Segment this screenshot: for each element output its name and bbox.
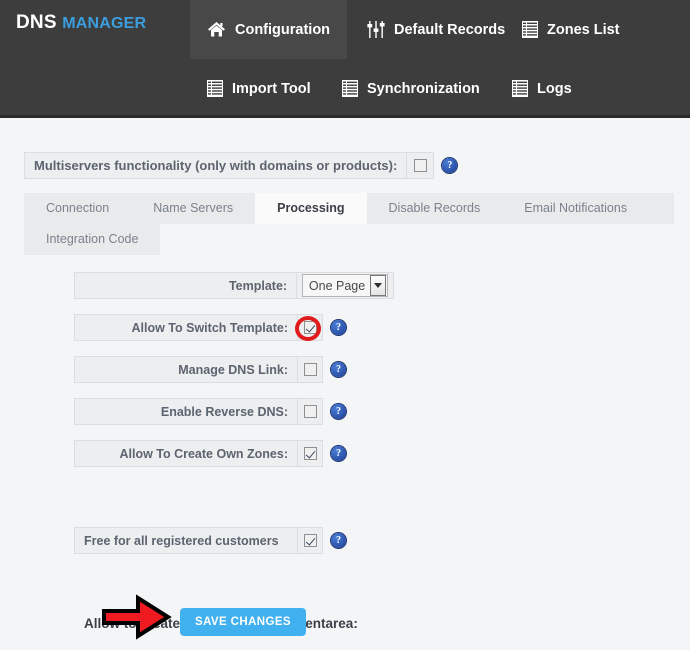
form-row-allow-switch-template: Allow To Switch Template: ? bbox=[74, 314, 394, 341]
nav-label-default-records: Default Records bbox=[394, 21, 506, 38]
form-row-manage-dns-link: Manage DNS Link: ? bbox=[74, 356, 394, 383]
label-manage-dns-link: Manage DNS Link: bbox=[74, 356, 298, 383]
help-icon[interactable]: ? bbox=[331, 446, 346, 461]
help-icon[interactable]: ? bbox=[331, 362, 346, 377]
settings-tabs: Connection Name Servers Processing Disab… bbox=[24, 193, 674, 255]
free-for-all-customers-checkbox[interactable] bbox=[303, 534, 317, 547]
nav-item-logs[interactable]: Logs bbox=[495, 59, 589, 118]
nav-label-logs: Logs bbox=[537, 80, 572, 97]
manage-dns-link-checkbox[interactable] bbox=[303, 363, 317, 376]
label-allow-create-own-zones: Allow To Create Own Zones: bbox=[74, 440, 298, 467]
tab-row-filler bbox=[160, 224, 674, 255]
label-allow-switch-template: Allow To Switch Template: bbox=[74, 314, 298, 341]
form-row-free-for-all-customers: Free for all registered customers ? bbox=[74, 527, 394, 554]
multiservers-row: Multiservers functionality (only with do… bbox=[24, 152, 458, 179]
nav-label-configuration: Configuration bbox=[235, 21, 331, 38]
label-free-for-all-customers: Free for all registered customers bbox=[74, 527, 298, 554]
multiservers-checkbox[interactable] bbox=[413, 159, 427, 172]
chevron-down-icon[interactable] bbox=[370, 275, 387, 296]
nav-item-configuration[interactable]: Configuration bbox=[190, 0, 348, 59]
label-template: Template: bbox=[74, 272, 298, 299]
list-icon bbox=[207, 80, 223, 97]
form-row-enable-reverse-dns: Enable Reverse DNS: ? bbox=[74, 398, 394, 425]
help-icon[interactable]: ? bbox=[442, 158, 458, 173]
help-wrap-enable-reverse-dns: ? bbox=[331, 398, 346, 425]
tab-disable-records[interactable]: Disable Records bbox=[367, 193, 503, 224]
nav-item-default-records[interactable]: Default Records bbox=[350, 0, 522, 59]
list-icon bbox=[522, 21, 538, 38]
help-wrap-free-for-all-customers: ? bbox=[331, 527, 346, 554]
tab-strip-row-2: Integration Code bbox=[24, 224, 674, 255]
cell-allow-create-own-zones[interactable] bbox=[298, 440, 323, 467]
help-wrap-manage-dns-link: ? bbox=[331, 356, 346, 383]
allow-switch-template-checkbox[interactable] bbox=[303, 321, 317, 334]
nav-label-zones-list: Zones List bbox=[547, 21, 620, 38]
secondary-nav-row: Import Tool Synchronization Logs bbox=[0, 59, 690, 118]
form-row-template: Template: One Page bbox=[74, 272, 394, 299]
cell-free-for-all-customers[interactable] bbox=[298, 527, 323, 554]
tab-email-notifications[interactable]: Email Notifications bbox=[502, 193, 649, 224]
sliders-icon bbox=[367, 21, 385, 38]
processing-settings-form: Template: One Page Allow To Switch Templ… bbox=[74, 272, 394, 569]
help-icon[interactable]: ? bbox=[331, 404, 346, 419]
label-enable-reverse-dns: Enable Reverse DNS: bbox=[74, 398, 298, 425]
home-icon bbox=[207, 21, 226, 38]
template-select[interactable]: One Page bbox=[301, 274, 389, 297]
cell-allow-switch-template[interactable] bbox=[298, 314, 323, 341]
nav-item-import-tool[interactable]: Import Tool bbox=[190, 59, 328, 118]
tab-connection[interactable]: Connection bbox=[24, 193, 131, 224]
list-icon bbox=[512, 80, 528, 97]
app-header: DNS MANAGER Configuration Default Record… bbox=[0, 0, 690, 118]
help-icon[interactable]: ? bbox=[331, 533, 346, 548]
template-select-value: One Page bbox=[308, 278, 366, 293]
nav-label-synchronization: Synchronization bbox=[367, 80, 480, 97]
primary-nav-row: Configuration Default Records Zones List bbox=[0, 0, 690, 59]
list-icon bbox=[342, 80, 358, 97]
main-content: Multiservers functionality (only with do… bbox=[0, 121, 690, 650]
help-wrap-allow-switch-template: ? bbox=[331, 314, 346, 341]
cell-template-select: One Page bbox=[297, 272, 394, 299]
multiservers-checkbox-cell[interactable] bbox=[407, 152, 435, 179]
nav-item-synchronization[interactable]: Synchronization bbox=[325, 59, 497, 118]
red-arrow-annotation bbox=[100, 593, 172, 646]
allow-create-own-zones-checkbox[interactable] bbox=[303, 447, 317, 460]
save-changes-button[interactable]: SAVE CHANGES bbox=[180, 608, 306, 636]
tab-name-servers[interactable]: Name Servers bbox=[131, 193, 255, 224]
tab-integration-code[interactable]: Integration Code bbox=[24, 224, 161, 255]
multiservers-help-wrap: ? bbox=[442, 152, 458, 179]
tab-processing[interactable]: Processing bbox=[255, 193, 367, 224]
multiservers-label: Multiservers functionality (only with do… bbox=[24, 152, 408, 179]
tab-strip-row-1: Connection Name Servers Processing Disab… bbox=[24, 193, 674, 224]
nav-item-zones-list[interactable]: Zones List bbox=[505, 0, 637, 59]
cell-manage-dns-link[interactable] bbox=[298, 356, 323, 383]
help-wrap-allow-create-own-zones: ? bbox=[331, 440, 346, 467]
form-row-allow-create-own-zones: Allow To Create Own Zones: ? bbox=[74, 440, 394, 467]
help-icon[interactable]: ? bbox=[331, 320, 346, 335]
nav-label-import-tool: Import Tool bbox=[232, 80, 311, 97]
enable-reverse-dns-checkbox[interactable] bbox=[303, 405, 317, 418]
cell-enable-reverse-dns[interactable] bbox=[298, 398, 323, 425]
